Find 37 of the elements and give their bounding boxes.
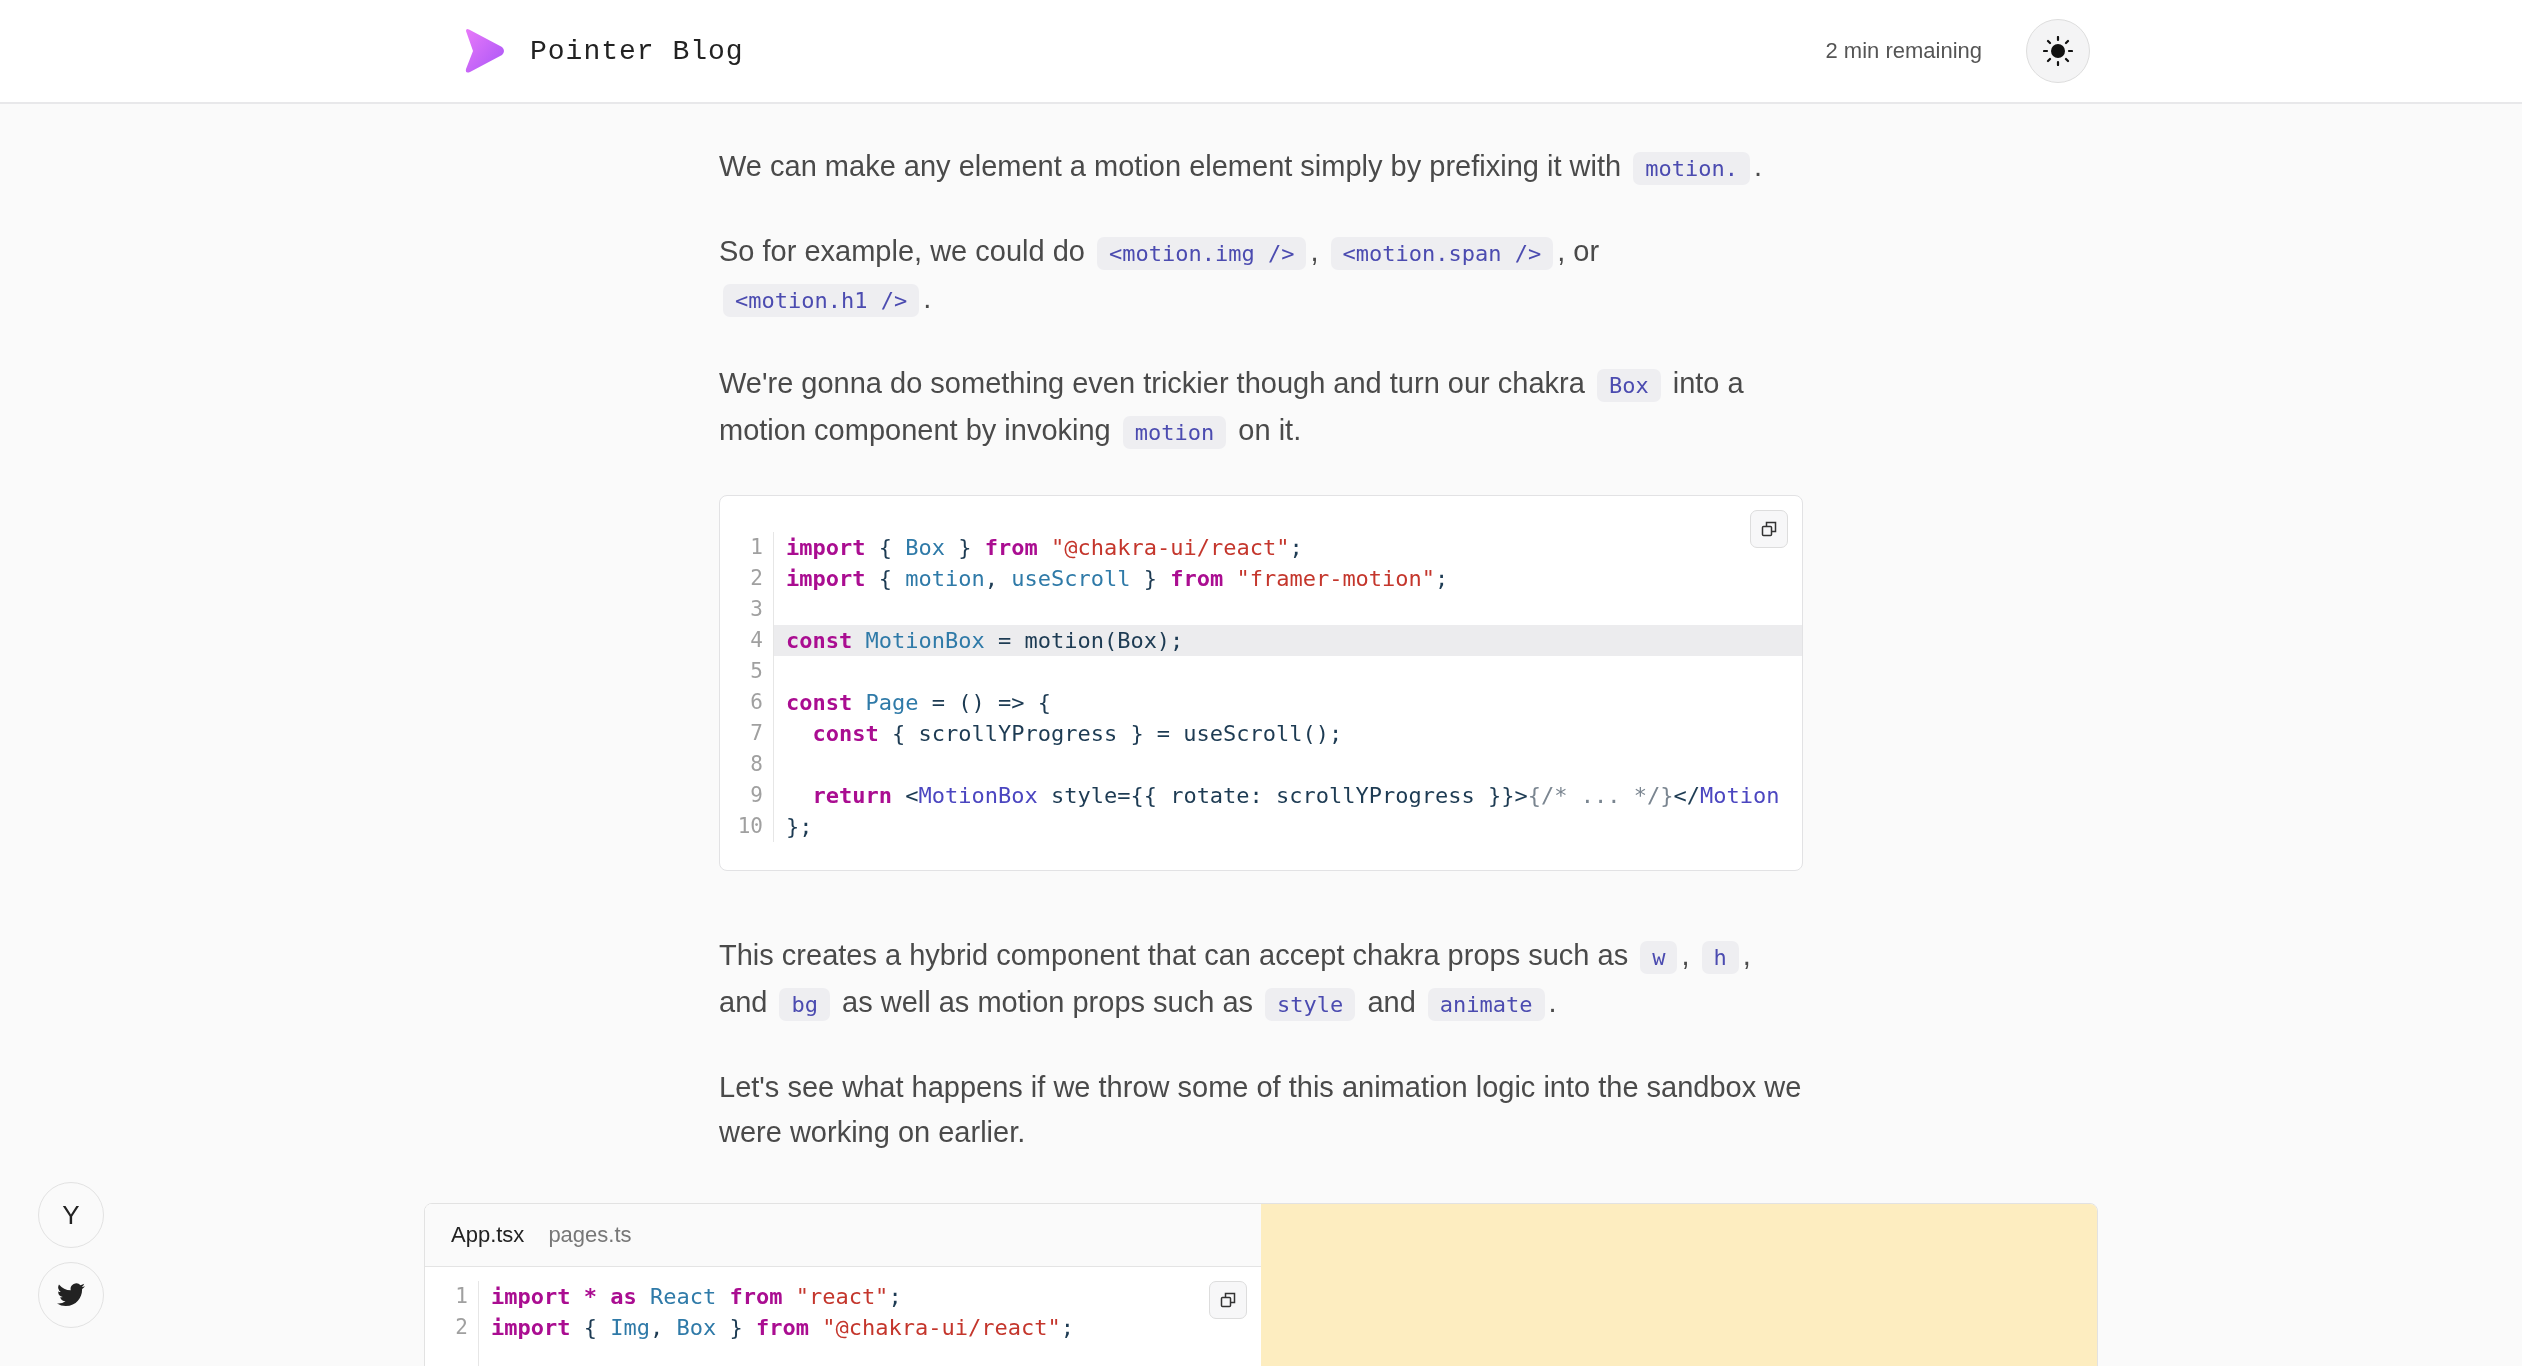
paragraph: We're gonna do something even trickier though and turn our chakra Box into a motion component by invoking motion on it. [719, 361, 1803, 455]
line-number: 1 [454, 1283, 469, 1310]
paragraph: We can make any element a motion element simply by prefixing it with motion. . [719, 144, 1803, 191]
sun-icon [2043, 36, 2073, 66]
copy-button[interactable] [1209, 1281, 1247, 1319]
line-number: 7 [749, 720, 764, 747]
blog-title: Pointer Blog [530, 35, 744, 67]
share-button[interactable]: Y [38, 1182, 104, 1248]
paragraph: This creates a hybrid component that can accept chakra props such as w , h , and bg as well as motion props such as style and animate . [719, 933, 1803, 1027]
copy-button[interactable] [1750, 510, 1788, 548]
code-line: const MotionBox = motion(Box); [786, 627, 1184, 655]
line-number: 8 [749, 751, 764, 778]
line-number: 1 [749, 534, 764, 561]
code-line: import { Img, Box } from "@chakra-ui/react"; [491, 1314, 1074, 1342]
line-number: 9 [749, 782, 764, 809]
code-line: const Page = () => { [786, 689, 1051, 717]
code-line: import { motion, useScroll } from "framer-motion"; [786, 565, 1449, 593]
paragraph: So for example, we could do <motion.img /> , <motion.span /> , or <motion.h1 /> . [719, 229, 1803, 323]
bird-icon [57, 1283, 85, 1307]
copy-icon [1761, 521, 1777, 537]
line-number: 3 [749, 596, 764, 623]
code-line: }; [786, 813, 813, 841]
paragraph: Let's see what happens if we throw some of this animation logic into the sandbox we were working on earlier. [719, 1070, 1803, 1150]
line-number: 2 [749, 565, 764, 592]
line-number: 10 [736, 813, 764, 840]
line-number: 5 [749, 658, 764, 685]
line-number: 2 [454, 1314, 469, 1341]
copy-icon [1220, 1292, 1236, 1308]
line-number: 4 [749, 627, 764, 654]
code-line: return <MotionBox style={{ rotate: scrollYProgress }}>{/* ... */}</Motion [811, 782, 1780, 810]
code-line: import { Box } from "@chakra-ui/react"; [786, 534, 1303, 562]
code-line: import * as React from "react"; [491, 1283, 902, 1311]
code-line: const { scrollYProgress } = useScroll(); [811, 720, 1343, 748]
line-number: 6 [749, 689, 764, 716]
file-tab[interactable]: App.tsx [451, 1222, 525, 1248]
file-tab[interactable]: pages.ts [548, 1222, 632, 1248]
reading-time: 2 min remaining [1825, 38, 1982, 64]
